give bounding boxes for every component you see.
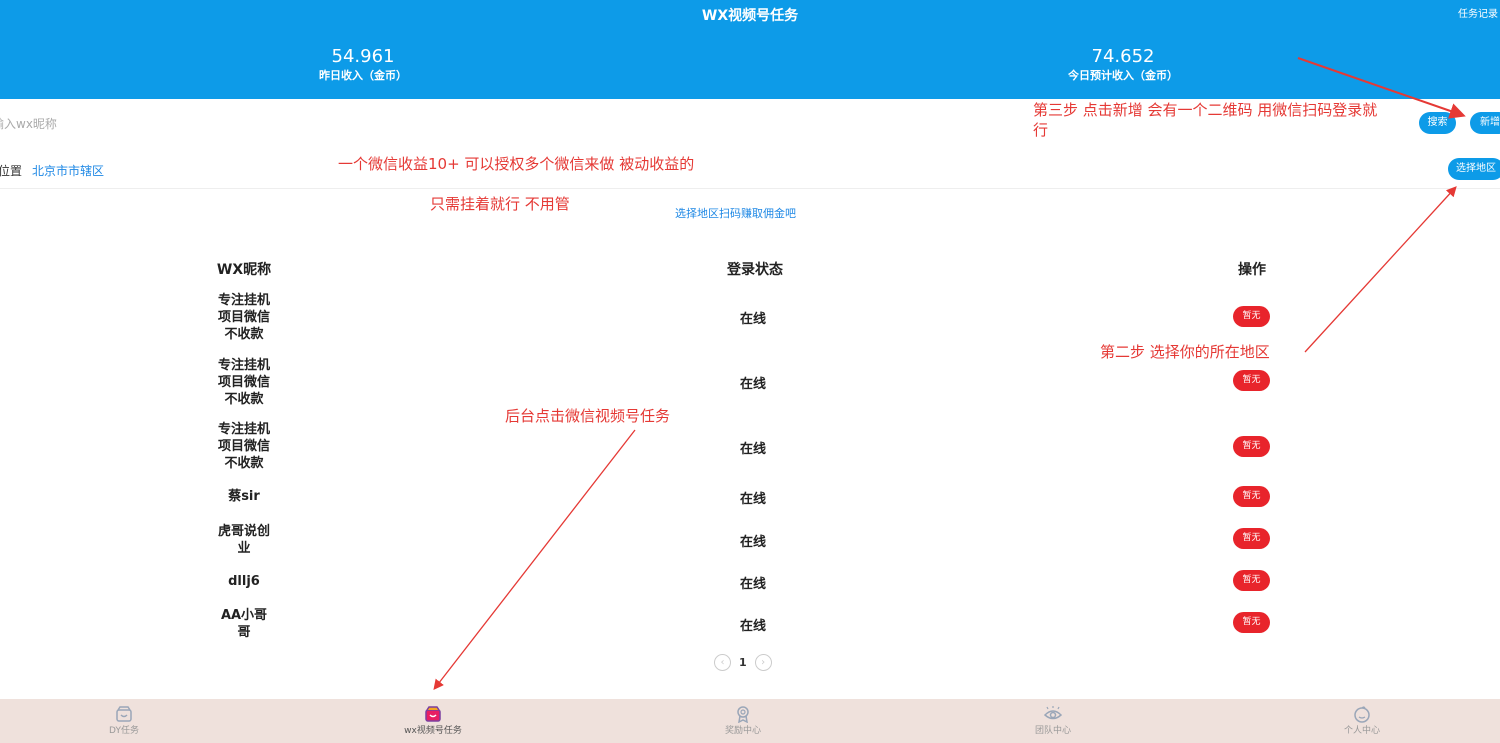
row-login-status: 在线 <box>739 577 766 592</box>
row-nickname: 专注挂机项目微信不收款 <box>217 422 270 471</box>
row-action-button[interactable]: 暂无 <box>1233 370 1270 391</box>
row-nickname: 蔡sir <box>228 489 260 504</box>
row-nickname: 专注挂机项目微信不收款 <box>217 358 270 407</box>
tab-label: 奖励中心 <box>724 726 761 736</box>
row-nickname: 虎哥说创业 <box>217 524 270 556</box>
pagination: ‹ 1 › <box>714 654 772 671</box>
medal-icon <box>737 706 749 723</box>
tab-label: 个人中心 <box>1343 726 1380 736</box>
location-city[interactable]: 北京市市辖区 <box>32 164 104 178</box>
shop-icon <box>425 706 441 722</box>
row-action-button[interactable]: 暂无 <box>1233 570 1270 591</box>
column-header-nickname: WX昵称 <box>216 262 272 278</box>
tab-wx-video-task[interactable]: wx视频号任务 <box>373 699 493 743</box>
add-button[interactable]: 新增 <box>1470 112 1500 134</box>
row-login-status: 在线 <box>739 312 766 327</box>
wx-nickname-search-input[interactable] <box>0 108 894 140</box>
row-action-button[interactable]: 暂无 <box>1233 486 1270 507</box>
arrow-to-wx-tab <box>433 429 636 691</box>
search-button[interactable]: 搜索 <box>1419 112 1456 134</box>
arrow-to-select-region <box>1304 186 1457 353</box>
select-region-button[interactable]: 选择地区 <box>1448 158 1500 180</box>
row-login-status: 在线 <box>739 492 766 507</box>
tab-label: DY任务 <box>109 726 139 736</box>
annotation-step3: 第三步 点击新增 会有一个二维码 用微信扫码登录就行 <box>1033 101 1378 139</box>
row-action-button[interactable]: 暂无 <box>1233 436 1270 457</box>
annotation-idle: 只需挂着就行 不用管 <box>430 195 570 213</box>
column-header-login-status: 登录状态 <box>727 262 783 278</box>
region-hint-link[interactable]: 选择地区扫码赚取佣金吧 <box>675 205 796 221</box>
yesterday-income-value: 54.961 <box>331 46 395 67</box>
row-nickname: AA小哥哥 <box>220 608 268 640</box>
column-header-action: 操作 <box>1238 262 1266 278</box>
annotation-step2: 第二步 选择你的所在地区 <box>1100 343 1270 361</box>
today-income: 74.652 今日预计收入（金币） <box>973 46 1273 84</box>
page-title: WX视频号任务 <box>701 8 799 24</box>
face-icon <box>1354 706 1370 723</box>
yesterday-income: 54.961 昨日收入（金币） <box>213 46 513 84</box>
row-action-button[interactable]: 暂无 <box>1233 528 1270 549</box>
tab-label: wx视频号任务 <box>404 726 462 736</box>
location-row: 前位置北京市市辖区 <box>0 162 104 179</box>
row-login-status: 在线 <box>739 377 766 392</box>
tab-label: 团队中心 <box>1034 726 1071 736</box>
shop-icon <box>116 706 132 722</box>
header-bar: WX视频号任务 任务记录 54.961 昨日收入（金币） 74.652 今日预计… <box>0 0 1500 99</box>
row-login-status: 在线 <box>739 442 766 457</box>
tab-reward-center[interactable]: 奖励中心 <box>683 699 803 743</box>
prev-page-button[interactable]: ‹ <box>714 654 731 671</box>
annotation-income: 一个微信收益10+ 可以授权多个微信来做 被动收益的 <box>338 155 695 173</box>
row-nickname: 专注挂机项目微信不收款 <box>217 293 270 342</box>
yesterday-income-label: 昨日收入（金币） <box>319 69 407 82</box>
eye-icon <box>1043 706 1063 720</box>
task-record-link[interactable]: 任务记录 <box>1458 5 1498 20</box>
today-income-label: 今日预计收入（金币） <box>1068 69 1178 82</box>
row-nickname: dllj6 <box>228 574 260 589</box>
current-page[interactable]: 1 <box>739 656 747 669</box>
divider <box>0 188 1500 189</box>
row-login-status: 在线 <box>739 535 766 550</box>
bottom-tab-bar: DY任务 wx视频号任务 奖励中心 团队中心 个人中心 <box>0 699 1500 743</box>
annotation-backend: 后台点击微信视频号任务 <box>505 407 671 425</box>
tab-personal-center[interactable]: 个人中心 <box>1302 699 1422 743</box>
next-page-button[interactable]: › <box>754 654 772 671</box>
today-income-value: 74.652 <box>1091 46 1155 67</box>
row-login-status: 在线 <box>739 619 766 634</box>
location-label: 前位置 <box>0 164 23 178</box>
tab-dy-task[interactable]: DY任务 <box>64 699 184 743</box>
row-action-button[interactable]: 暂无 <box>1233 612 1270 633</box>
tab-team-center[interactable]: 团队中心 <box>993 699 1113 743</box>
row-action-button[interactable]: 暂无 <box>1233 306 1270 327</box>
